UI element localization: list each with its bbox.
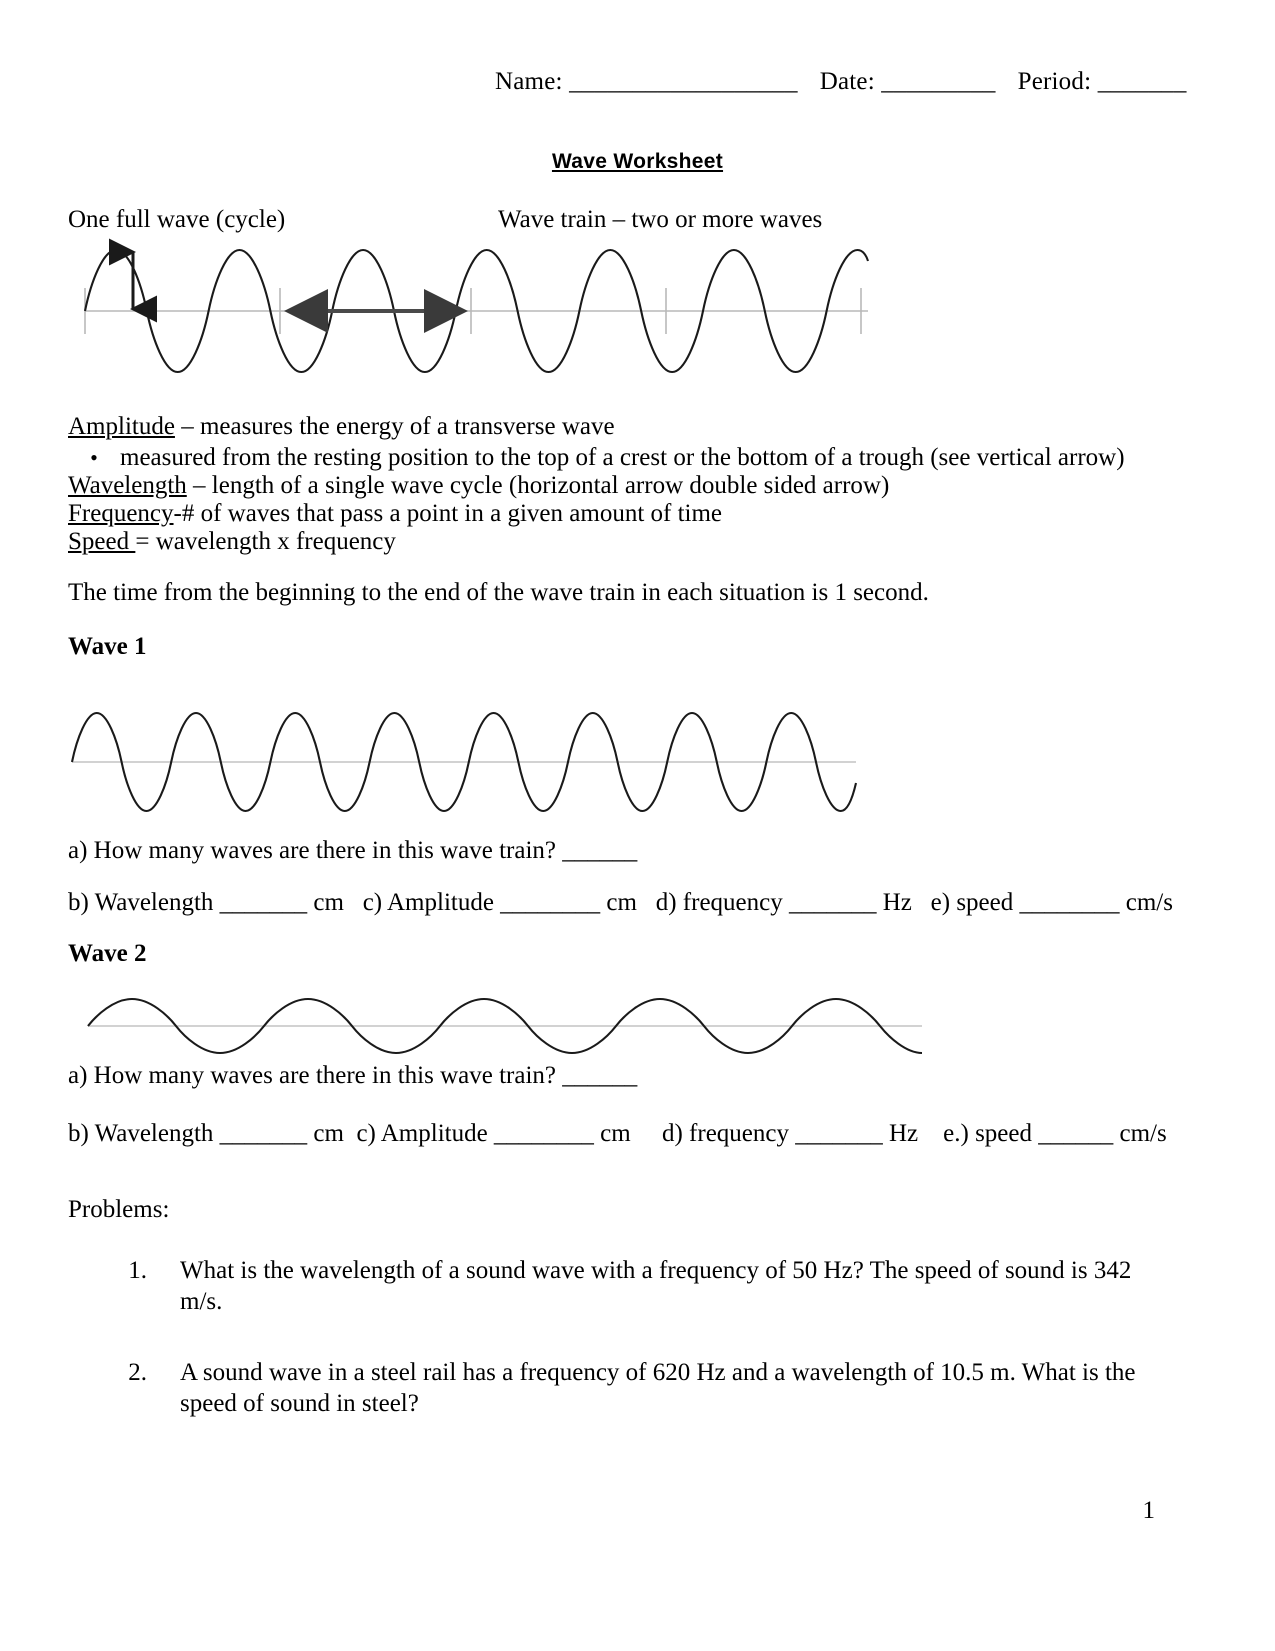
wave-2-question-d[interactable]: d) frequency _______ Hz [662, 1120, 918, 1147]
definition-speed: Speed = wavelength x frequency [68, 528, 396, 556]
wave-1-question-d[interactable]: d) frequency _______ Hz [656, 889, 912, 916]
wave-2-figure [60, 978, 940, 1074]
period-label: Period: [1017, 68, 1092, 95]
name-label: Name: [495, 68, 563, 95]
wave-1-question-c[interactable]: c) Amplitude ________ cm [363, 889, 637, 916]
wave-2-question-row: b) Wavelength _______ cm c) Amplitude __… [68, 1120, 1167, 1148]
worksheet-page: Name: __________________ Date: _________ P… [0, 0, 1275, 1651]
frequency-term: Frequency [68, 500, 174, 527]
wave-2-question-a[interactable]: a) How many waves are there in this wave… [68, 1062, 637, 1090]
speed-term: Speed [68, 528, 136, 555]
problem-number: 1. [128, 1257, 147, 1284]
wave-1-figure [60, 682, 890, 842]
wave-1-label: Wave 1 [68, 633, 147, 660]
wave-2-question-c[interactable]: c) Amplitude ________ cm [356, 1120, 630, 1147]
header-fields: Name: __________________ Date: _________ P… [495, 68, 1187, 96]
speed-text: = wavelength x frequency [135, 528, 396, 555]
definition-frequency: Frequency-# of waves that pass a point i… [68, 500, 722, 528]
time-note: The time from the beginning to the end o… [68, 579, 929, 606]
name-blank[interactable]: __________________ [569, 68, 798, 95]
problem-text: A sound wave in a steel rail has a frequ… [180, 1359, 1136, 1417]
definition-amplitude-bullet: • measured from the resting position to t… [68, 444, 1125, 472]
definition-amplitude: Amplitude – measures the energy of a tra… [68, 413, 615, 441]
period-blank[interactable]: _______ [1098, 68, 1187, 95]
page-number: 1 [1142, 1497, 1156, 1524]
problem-item: 1. What is the wavelength of a sound wav… [105, 1255, 1165, 1317]
frequency-text: -# of waves that pass a point in a given… [173, 500, 723, 527]
bullet-icon: • [90, 445, 98, 470]
problem-item: 2. A sound wave in a steel rail has a fr… [105, 1357, 1170, 1419]
definition-wavelength: Wavelength – length of a single wave cyc… [68, 472, 889, 500]
wavelength-term: Wavelength [68, 472, 187, 499]
amplitude-text: – measures the energy of a transverse wa… [174, 413, 615, 440]
page-title: Wave Worksheet [551, 150, 724, 173]
amplitude-term: Amplitude [68, 413, 175, 440]
wavelength-text: – length of a single wave cycle (horizon… [186, 472, 890, 499]
problem-number: 2. [128, 1359, 147, 1386]
wave-2-question-b[interactable]: b) Wavelength _______ cm [68, 1120, 344, 1147]
demo-wave-figure [60, 228, 890, 388]
wave-1-question-b[interactable]: b) Wavelength _______ cm [68, 889, 344, 916]
problems-label: Problems: [68, 1196, 170, 1223]
wave-2-question-e[interactable]: e.) speed ______ cm/s [943, 1120, 1167, 1147]
wave-1-question-row: b) Wavelength _______ cm c) Amplitude __… [68, 889, 1173, 917]
wave-2-label: Wave 2 [68, 940, 147, 967]
date-label: Date: [819, 68, 875, 95]
wave-1-question-a[interactable]: a) How many waves are there in this wave… [68, 837, 637, 865]
wave-1-question-e[interactable]: e) speed ________ cm/s [931, 889, 1173, 916]
problem-text: What is the wavelength of a sound wave w… [180, 1257, 1132, 1315]
date-blank[interactable]: _________ [881, 68, 995, 95]
amplitude-bullet-text: measured from the resting position to th… [120, 444, 1125, 471]
